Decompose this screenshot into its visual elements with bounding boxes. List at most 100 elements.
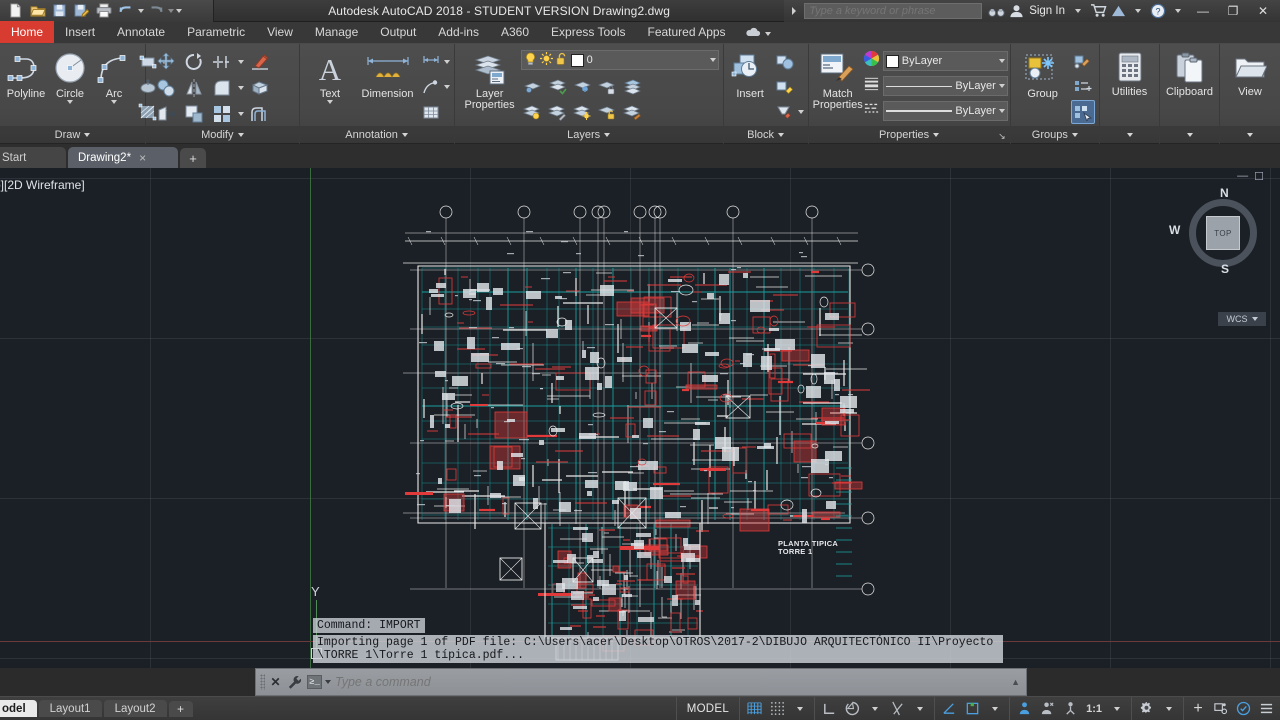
- move-icon[interactable]: [154, 50, 178, 74]
- ribbon-cloud-icon[interactable]: [745, 25, 761, 43]
- qat-customize-icon[interactable]: [175, 1, 182, 20]
- annotation-monitor-icon[interactable]: [1014, 698, 1035, 720]
- autodesk-icon[interactable]: [1108, 1, 1128, 21]
- properties-dialog-launcher-icon[interactable]: ↘: [998, 131, 1006, 142]
- layer-combo-dropdown-icon[interactable]: [709, 58, 716, 62]
- linear-dim-icon[interactable]: [419, 50, 443, 74]
- panel-title-layers[interactable]: Layers: [454, 126, 723, 144]
- command-prompt-selector[interactable]: ≥_: [307, 675, 331, 689]
- command-history-expand-icon[interactable]: ▲: [1011, 677, 1022, 687]
- grid-display-icon[interactable]: [744, 698, 765, 720]
- close-button[interactable]: ✕: [1248, 0, 1278, 22]
- layer-on-icon[interactable]: [521, 100, 545, 124]
- group-button[interactable]: Group: [1015, 48, 1071, 100]
- annotation-scale-value[interactable]: 1:1: [1083, 698, 1105, 720]
- linetype-icon[interactable]: [863, 100, 880, 122]
- group-manager-icon[interactable]: [1071, 75, 1095, 99]
- scale-icon[interactable]: [182, 102, 206, 126]
- view-cube-west[interactable]: W: [1169, 223, 1180, 237]
- erase-icon[interactable]: [248, 50, 272, 74]
- edit-group-icon[interactable]: [1071, 50, 1095, 74]
- circle-button[interactable]: Circle: [48, 48, 92, 104]
- sign-in-dropdown-icon[interactable]: [1068, 1, 1088, 21]
- arc-button[interactable]: Arc: [92, 48, 136, 104]
- unlock-icon[interactable]: [556, 52, 568, 69]
- panel-title-annotation[interactable]: Annotation: [299, 126, 454, 144]
- help-dropdown-icon[interactable]: [1168, 1, 1188, 21]
- minimize-viewport-icon[interactable]: —: [1237, 170, 1248, 183]
- restore-button[interactable]: ❐: [1218, 0, 1248, 22]
- utilities-button[interactable]: Utilities: [1104, 48, 1155, 98]
- panel-title-properties[interactable]: Properties ↘: [808, 126, 1010, 144]
- ribbon-tab-output[interactable]: Output: [369, 21, 427, 43]
- save-as-icon[interactable]: [71, 1, 92, 20]
- layer-merge-icon[interactable]: [621, 75, 645, 99]
- snap-mode-icon[interactable]: [767, 698, 788, 720]
- fillet-dropdown-icon[interactable]: [238, 86, 244, 90]
- wcs-dropdown-icon[interactable]: [1251, 317, 1258, 321]
- object-color-combo[interactable]: ByLayer: [882, 51, 1008, 71]
- text-button[interactable]: A Text: [304, 48, 357, 104]
- layer-change-icon[interactable]: [546, 100, 570, 124]
- match-properties-button[interactable]: Match Properties: [813, 48, 863, 111]
- command-input[interactable]: [335, 675, 1008, 689]
- document-tab-drawing2[interactable]: Drawing2* ×: [68, 147, 178, 168]
- autoscale-icon[interactable]: [1060, 698, 1081, 720]
- layer-thaw-icon[interactable]: [571, 100, 595, 124]
- layer-match-icon[interactable]: [621, 100, 645, 124]
- fillet-icon[interactable]: [210, 76, 234, 100]
- polyline-button[interactable]: Polyline: [4, 48, 48, 100]
- circle-dropdown-icon[interactable]: [67, 100, 73, 104]
- view-cube-north[interactable]: N: [1220, 186, 1229, 200]
- ribbon-tab-express-tools[interactable]: Express Tools: [540, 21, 636, 43]
- lineweight-combo[interactable]: ByLayer: [882, 76, 1008, 96]
- layer-properties-button[interactable]: Layer Properties: [459, 48, 521, 111]
- user-icon[interactable]: [1006, 1, 1026, 21]
- rotate-icon[interactable]: [182, 50, 206, 74]
- insert-button[interactable]: Insert: [728, 48, 773, 100]
- ribbon-tab-insert[interactable]: Insert: [54, 21, 106, 43]
- command-bar-close-icon[interactable]: ✕: [269, 675, 282, 689]
- mirror-icon[interactable]: [182, 76, 206, 100]
- ribbon-tab-a360[interactable]: A360: [490, 21, 540, 43]
- object-snap-dropdown-icon[interactable]: [985, 698, 1005, 720]
- binoculars-icon[interactable]: [986, 1, 1006, 21]
- otrack-dropdown-icon[interactable]: [910, 698, 930, 720]
- panel-title-utilities[interactable]: [1100, 126, 1159, 144]
- stretch-icon[interactable]: [154, 102, 178, 126]
- offset-icon[interactable]: [248, 102, 272, 126]
- lineweight-dropdown-icon[interactable]: [998, 84, 1005, 88]
- gear-icon[interactable]: [1136, 698, 1157, 720]
- panel-title-view[interactable]: [1220, 126, 1280, 144]
- maximize-viewport-icon[interactable]: ☐: [1254, 170, 1264, 183]
- panel-title-draw[interactable]: Draw: [0, 126, 145, 144]
- layout-tab-layout2[interactable]: Layout2: [103, 700, 167, 717]
- help-icon[interactable]: ?: [1148, 1, 1168, 21]
- plot-icon[interactable]: [93, 1, 114, 20]
- new-document-tab-button[interactable]: +: [180, 148, 206, 168]
- polar-dropdown-icon[interactable]: [865, 698, 885, 720]
- layout-tab-layout1[interactable]: Layout1: [38, 700, 102, 717]
- group-selection-icon[interactable]: [1070, 100, 1095, 124]
- layer-color-swatch[interactable]: [570, 53, 584, 67]
- new-layout-button[interactable]: +: [168, 700, 193, 717]
- drawing-canvas[interactable]: p][2D Wireframe] PLANTA TIPICA TORRE 1 —…: [0, 168, 1280, 668]
- layer-unisolate-icon[interactable]: [546, 75, 570, 99]
- cart-icon[interactable]: [1088, 1, 1108, 21]
- undo-dropdown-icon[interactable]: [137, 1, 144, 20]
- wcs-selector[interactable]: WCS: [1218, 312, 1266, 326]
- minimize-button[interactable]: —: [1188, 0, 1218, 22]
- open-file-icon[interactable]: [27, 1, 48, 20]
- view-cube[interactable]: TOP N S W: [1169, 186, 1266, 276]
- redo-icon[interactable]: [145, 1, 166, 20]
- otrack-icon[interactable]: [887, 698, 908, 720]
- save-icon[interactable]: [49, 1, 70, 20]
- edit-block-icon[interactable]: [773, 75, 797, 99]
- lineweight-icon[interactable]: [863, 75, 880, 97]
- layer-unlock-icon[interactable]: [596, 100, 620, 124]
- panel-title-block[interactable]: Block: [723, 126, 808, 144]
- close-icon[interactable]: ×: [139, 151, 146, 165]
- linear-dim-dropdown-icon[interactable]: [443, 60, 450, 64]
- search-input[interactable]: [805, 4, 982, 17]
- linetype-combo[interactable]: ByLayer: [882, 101, 1008, 121]
